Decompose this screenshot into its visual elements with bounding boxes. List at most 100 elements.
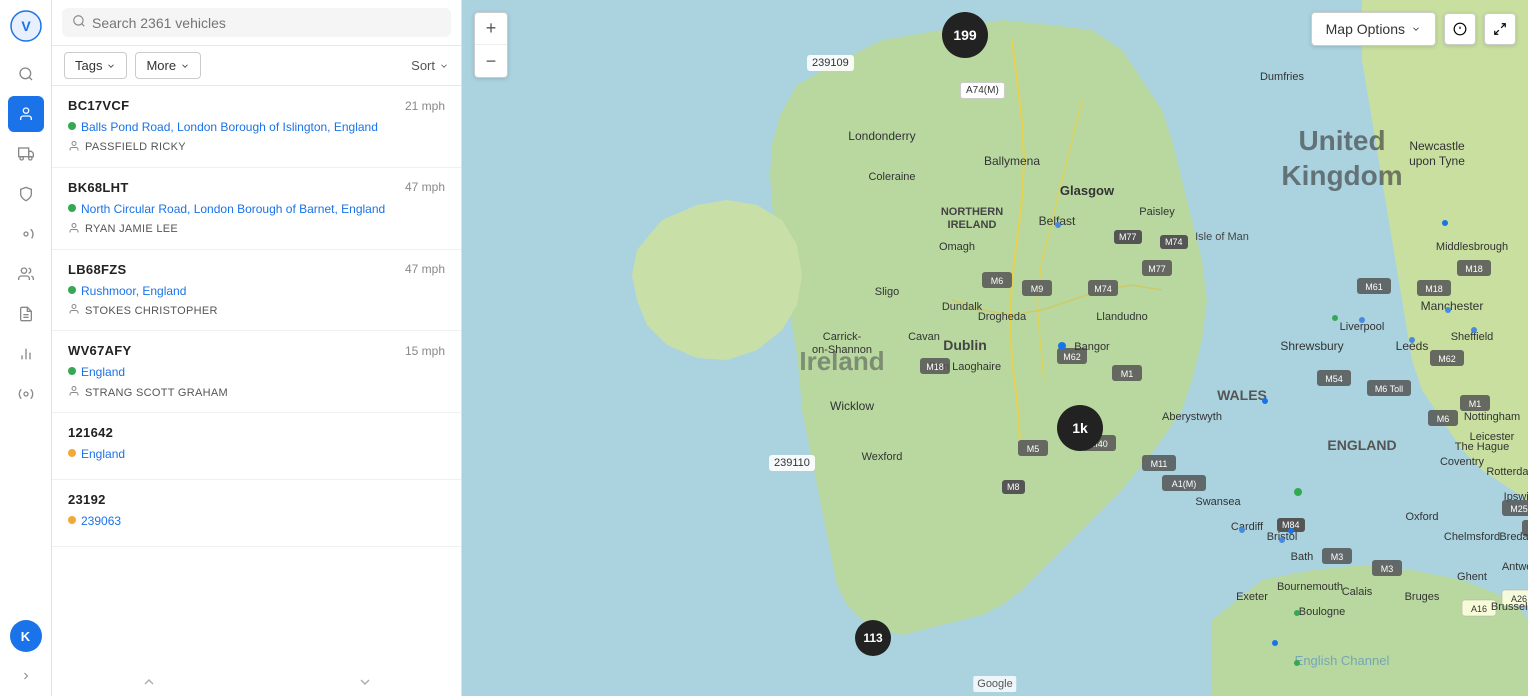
vehicle-dot[interactable] xyxy=(1294,610,1300,616)
vehicle-item[interactable]: 23192 239063 xyxy=(52,480,461,547)
svg-text:M9: M9 xyxy=(1031,284,1044,294)
map-label-m8: M8 xyxy=(1002,480,1025,494)
vehicle-dot[interactable] xyxy=(1058,342,1066,350)
svg-text:A16: A16 xyxy=(1471,604,1487,614)
location-text: Rushmoor, England xyxy=(81,283,186,300)
info-icon xyxy=(1453,22,1467,36)
svg-text:Antwerp: Antwerp xyxy=(1502,561,1528,573)
vehicle-reg: BC17VCF xyxy=(68,98,129,113)
vehicle-dot[interactable] xyxy=(1262,398,1268,404)
svg-text:Dumfries: Dumfries xyxy=(1260,71,1305,83)
svg-text:United: United xyxy=(1298,125,1385,156)
svg-text:M61: M61 xyxy=(1365,282,1383,292)
svg-text:The Hague: The Hague xyxy=(1455,441,1509,453)
svg-text:M77: M77 xyxy=(1148,264,1166,274)
svg-text:M1: M1 xyxy=(1121,369,1134,379)
zoom-out-button[interactable]: − xyxy=(475,45,507,77)
vehicle-panel: Tags More Sort BC17VCF 21 mph Balls Pond… xyxy=(52,0,462,696)
map-background[interactable]: M6 M62 M1 M5 M40 M11 A1(M) Glasgow Paisl… xyxy=(462,0,1528,696)
svg-text:Ireland: Ireland xyxy=(799,346,884,376)
vehicle-header: WV67AFY 15 mph xyxy=(68,343,445,358)
sidebar-search-button[interactable] xyxy=(8,56,44,92)
vehicle-dot[interactable] xyxy=(1442,220,1448,226)
sidebar-chart-button[interactable] xyxy=(8,336,44,372)
map-fullscreen-button[interactable] xyxy=(1484,13,1516,45)
location-text: Balls Pond Road, London Borough of Islin… xyxy=(81,119,378,136)
sidebar-reports-button[interactable] xyxy=(8,296,44,332)
vehicle-dot[interactable] xyxy=(1294,488,1302,496)
location-text: North Circular Road, London Borough of B… xyxy=(81,201,385,218)
svg-text:Chelmsford: Chelmsford xyxy=(1444,531,1500,543)
vehicle-header: 121642 xyxy=(68,425,445,440)
vehicle-location: Balls Pond Road, London Borough of Islin… xyxy=(68,119,445,136)
svg-text:Coleraine: Coleraine xyxy=(868,171,915,183)
sidebar-tools-button[interactable] xyxy=(8,216,44,252)
svg-text:M6 Toll: M6 Toll xyxy=(1375,384,1403,394)
svg-text:Swansea: Swansea xyxy=(1195,496,1241,508)
map-cluster-1k[interactable]: 1k xyxy=(1057,405,1103,451)
cluster-label: 1k xyxy=(1072,420,1088,436)
more-label: More xyxy=(146,58,176,73)
map-label-m74: M74 xyxy=(1160,235,1188,249)
sidebar: V K xyxy=(0,0,52,696)
svg-text:M62: M62 xyxy=(1063,352,1081,362)
app-logo[interactable]: V xyxy=(8,8,44,44)
vehicle-item[interactable]: 121642 England xyxy=(52,413,461,480)
svg-text:Llandudno: Llandudno xyxy=(1096,311,1147,323)
svg-text:Drogheda: Drogheda xyxy=(978,311,1027,323)
svg-text:Ghent: Ghent xyxy=(1457,571,1487,583)
vehicle-dot[interactable] xyxy=(1332,315,1338,321)
driver-icon xyxy=(68,385,80,400)
driver-name: RYAN JAMIE LEE xyxy=(85,223,178,235)
vehicle-reg: LB68FZS xyxy=(68,262,126,277)
svg-text:V: V xyxy=(21,18,31,34)
tags-chevron-icon xyxy=(106,61,116,71)
svg-text:Bruges: Bruges xyxy=(1405,591,1440,603)
vehicle-dot[interactable] xyxy=(1272,640,1278,646)
search-input-wrap[interactable] xyxy=(62,8,451,37)
vehicle-speed: 47 mph xyxy=(405,180,445,194)
map-options-button[interactable]: Map Options xyxy=(1311,12,1436,46)
svg-text:M3: M3 xyxy=(1331,552,1344,562)
vehicle-location: England xyxy=(68,364,445,381)
sidebar-settings-button[interactable] xyxy=(8,376,44,412)
map-cluster-113[interactable]: 113 xyxy=(855,620,891,656)
sidebar-expand-button[interactable] xyxy=(8,664,44,688)
zoom-controls: + − xyxy=(474,12,508,78)
sort-label: Sort xyxy=(411,58,435,73)
svg-text:M18: M18 xyxy=(1425,284,1443,294)
search-input[interactable] xyxy=(92,15,441,31)
sidebar-vehicles-button[interactable] xyxy=(8,136,44,172)
vehicle-item[interactable]: LB68FZS 47 mph Rushmoor, England STOKES … xyxy=(52,250,461,332)
svg-text:M3: M3 xyxy=(1381,564,1394,574)
map-cluster-199[interactable]: 199 xyxy=(942,12,988,58)
location-text: England xyxy=(81,446,125,463)
more-filter-button[interactable]: More xyxy=(135,52,201,79)
driver-icon xyxy=(68,222,80,237)
sidebar-people-button[interactable] xyxy=(8,96,44,132)
vehicle-dot[interactable] xyxy=(1294,660,1300,666)
svg-text:Coventry: Coventry xyxy=(1440,456,1485,468)
vehicle-reg: 121642 xyxy=(68,425,113,440)
sidebar-group-button[interactable] xyxy=(8,256,44,292)
svg-text:Ballymena: Ballymena xyxy=(984,154,1040,168)
svg-text:NORTHERN: NORTHERN xyxy=(941,206,1003,218)
vehicle-dot[interactable] xyxy=(1288,528,1294,534)
svg-text:Exeter: Exeter xyxy=(1236,591,1268,603)
sort-button[interactable]: Sort xyxy=(411,58,449,73)
zoom-in-button[interactable]: + xyxy=(475,13,507,45)
search-bar xyxy=(52,0,461,46)
svg-text:IRELAND: IRELAND xyxy=(948,219,997,231)
vehicle-item[interactable]: BC17VCF 21 mph Balls Pond Road, London B… xyxy=(52,86,461,168)
svg-text:Dublin: Dublin xyxy=(943,337,987,353)
vehicle-location: 239063 xyxy=(68,513,445,530)
sidebar-shield-button[interactable] xyxy=(8,176,44,212)
vehicle-item[interactable]: WV67AFY 15 mph England STRANG SCOTT GRAH… xyxy=(52,331,461,413)
map-info-button[interactable] xyxy=(1444,13,1476,45)
fullscreen-icon xyxy=(1493,22,1507,36)
vehicle-location: Rushmoor, England xyxy=(68,283,445,300)
user-avatar[interactable]: K xyxy=(10,620,42,652)
svg-text:Boulogne: Boulogne xyxy=(1299,606,1346,618)
vehicle-item[interactable]: BK68LHT 47 mph North Circular Road, Lond… xyxy=(52,168,461,250)
tags-filter-button[interactable]: Tags xyxy=(64,52,127,79)
